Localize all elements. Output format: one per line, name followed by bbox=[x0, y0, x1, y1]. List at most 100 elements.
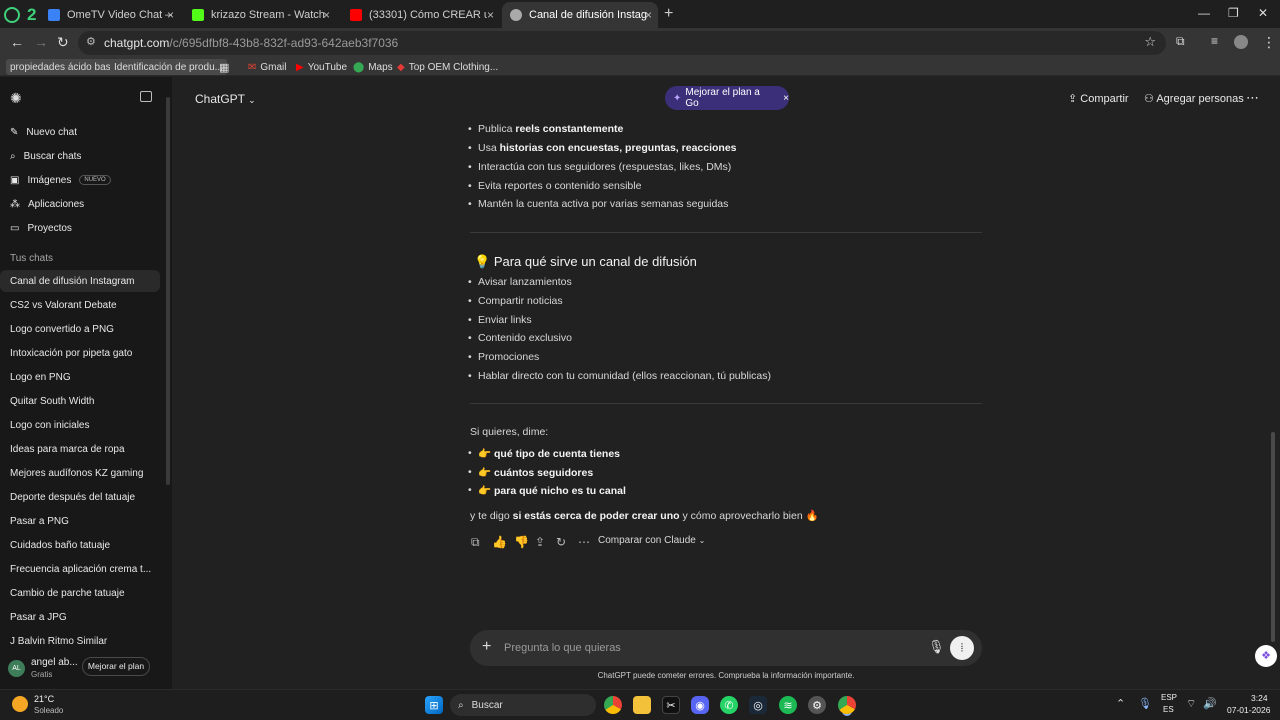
chrome-active-icon[interactable] bbox=[838, 696, 856, 714]
avatar[interactable] bbox=[1234, 35, 1248, 49]
copy-icon[interactable]: ⧉ bbox=[471, 535, 480, 550]
windows-start-icon[interactable]: ⊞ bbox=[425, 696, 443, 714]
address-bar[interactable]: ⚙ chatgpt.com/c/695dfbf8-43b8-832f-ad93-… bbox=[78, 31, 1166, 55]
wifi-icon[interactable]: ⌔ bbox=[1186, 697, 1196, 711]
bookmark-item[interactable]: Identificación de produ... bbox=[110, 59, 227, 75]
sidebar-item-projects[interactable]: ▭ Proyectos bbox=[10, 218, 72, 238]
profile-icon[interactable] bbox=[4, 7, 20, 23]
main-scrollbar[interactable] bbox=[1271, 432, 1275, 642]
sidebar-toggle-icon[interactable] bbox=[140, 91, 152, 102]
thumbs-down-icon[interactable]: 👎 bbox=[514, 535, 529, 549]
upgrade-go-pill[interactable]: ✦ Mejorar el plan a Go × bbox=[665, 86, 789, 110]
minimize-icon[interactable]: — bbox=[1198, 6, 1210, 20]
capcut-icon[interactable]: ✂ bbox=[662, 696, 680, 714]
sidebar-chat-item[interactable]: Intoxicación por pipeta gato bbox=[0, 342, 160, 364]
microphone-icon[interactable]: 🎙 bbox=[928, 639, 945, 655]
sidebar-chat-item[interactable]: Quitar South Width bbox=[0, 390, 160, 412]
extensions-icon[interactable]: ⧉ bbox=[1176, 34, 1185, 49]
sidebar-chat-item[interactable]: Deporte después del tatuaje bbox=[0, 486, 160, 508]
back-icon[interactable]: ← bbox=[10, 34, 24, 50]
sidebar-chat-item[interactable]: Pasar a PNG bbox=[0, 510, 160, 532]
closing-line: y te digo si estás cerca de poder crear … bbox=[470, 510, 819, 522]
sidebar-item-search[interactable]: ⌕ Buscar chats bbox=[10, 146, 81, 166]
ask-intro: Si quieres, dime: bbox=[470, 426, 549, 438]
file-explorer-icon[interactable] bbox=[633, 696, 651, 714]
sidebar-chat-item[interactable]: J Balvin Ritmo Similar bbox=[0, 630, 160, 652]
list-item: Interactúa con tus seguidores (respuesta… bbox=[468, 161, 731, 173]
sidebar-chat-item[interactable]: Cuidados baño tatuaje bbox=[0, 534, 160, 556]
share-icon: ⇪ bbox=[1068, 93, 1078, 105]
bookmark-top-oem[interactable]: ◆ Top OEM Clothing... bbox=[397, 59, 498, 75]
bookmark-gmail[interactable]: ✉ Gmail bbox=[248, 59, 287, 75]
tray-chevron-icon[interactable]: ⌃ bbox=[1116, 697, 1125, 710]
chat-main: ChatGPT ⌄ ✦ Mejorar el plan a Go × ⇪ Com… bbox=[172, 77, 1280, 689]
whatsapp-icon[interactable]: ✆ bbox=[720, 696, 738, 714]
thumbs-up-icon[interactable]: 👍 bbox=[492, 535, 507, 549]
browser-tab-ometv[interactable]: OmeTV Video Chat — Ome × bbox=[40, 4, 180, 26]
sidebar-chat-item[interactable]: Logo convertido a PNG bbox=[0, 318, 160, 340]
regenerate-icon[interactable]: ↻ bbox=[556, 535, 566, 549]
list-item: Publica reels constantemente bbox=[468, 123, 623, 135]
restore-icon[interactable]: ❐ bbox=[1228, 6, 1239, 20]
add-people-button[interactable]: ⚇ Agregar personas bbox=[1144, 92, 1244, 105]
close-window-icon[interactable]: ✕ bbox=[1258, 6, 1268, 20]
close-tab-icon[interactable]: × bbox=[487, 8, 494, 22]
browser-tab-chatgpt[interactable]: Canal de difusión Instagram × bbox=[502, 2, 658, 28]
bookmark-star-icon[interactable]: ☆ bbox=[1144, 34, 1156, 50]
add-person-icon: ⚇ bbox=[1144, 93, 1154, 105]
sidebar-chat-item[interactable]: Logo con iniciales bbox=[0, 414, 160, 436]
sidebar-chat-item[interactable]: Logo en PNG bbox=[0, 366, 160, 388]
spotify-icon[interactable]: ≋ bbox=[779, 696, 797, 714]
prompt-input[interactable] bbox=[504, 639, 904, 657]
bookmark-maps[interactable]: ⬤ Maps bbox=[353, 59, 393, 75]
sidebar-chat-item[interactable]: Cambio de parche tatuaje bbox=[0, 582, 160, 604]
sidebar-item-images[interactable]: ▣ Imágenes NUEVO bbox=[10, 170, 111, 190]
floating-assistant-icon[interactable]: ❖ bbox=[1255, 645, 1277, 667]
sidebar-chat-item[interactable]: CS2 vs Valorant Debate bbox=[0, 294, 160, 316]
close-tab-icon[interactable]: × bbox=[167, 8, 174, 22]
site-info-icon[interactable]: ⚙ bbox=[86, 35, 96, 48]
menu-icon[interactable]: ⋮ bbox=[1262, 34, 1276, 51]
voice-mode-button[interactable]: ⦙ bbox=[950, 636, 974, 660]
openai-logo-icon[interactable]: ✺ bbox=[10, 90, 22, 107]
discord-icon[interactable]: ◉ bbox=[691, 696, 709, 714]
compare-claude-button[interactable]: Comparar con Claude ⌄ bbox=[598, 535, 705, 546]
sidebar-chat-item[interactable]: Canal de difusión Instagram bbox=[0, 270, 160, 292]
chrome-icon[interactable] bbox=[604, 696, 622, 714]
sidebar-chat-item[interactable]: Ideas para marca de ropa bbox=[0, 438, 160, 460]
bookmark-youtube[interactable]: ▶ YouTube bbox=[296, 59, 347, 75]
share-button[interactable]: ⇪ Compartir bbox=[1068, 92, 1129, 105]
sidebar-chat-item[interactable]: Mejores audífonos KZ gaming bbox=[0, 462, 160, 484]
windows-taskbar: 21°C Soleado ⊞ ⌕ Buscar ✂ ◉ ✆ ◎ ≋ ⚙ ⌃ 🎙 E… bbox=[0, 689, 1280, 720]
close-icon[interactable]: × bbox=[783, 93, 789, 104]
sidebar-scrollbar[interactable] bbox=[166, 97, 170, 485]
weather-desc: Soleado bbox=[34, 706, 64, 715]
taskbar-search[interactable]: ⌕ Buscar bbox=[450, 694, 596, 716]
upgrade-plan-button[interactable]: Mejorar el plan bbox=[82, 657, 150, 676]
browser-tab-kick[interactable]: krizazo Stream - Watch Live on × bbox=[184, 4, 336, 26]
browser-tab-youtube[interactable]: (33301) Cómo CREAR un CANAL × bbox=[342, 4, 500, 26]
sidebar-item-new-chat[interactable]: ✎ Nuevo chat bbox=[10, 122, 77, 142]
app-icon[interactable]: ⚙ bbox=[808, 696, 826, 714]
volume-icon[interactable]: 🔊 bbox=[1203, 697, 1217, 710]
more-options-icon[interactable]: ⋯ bbox=[1246, 90, 1259, 106]
close-tab-icon[interactable]: × bbox=[323, 8, 330, 22]
more-icon[interactable]: ⋯ bbox=[578, 535, 590, 549]
language-top[interactable]: ESP bbox=[1161, 693, 1177, 702]
new-tab-icon[interactable]: + bbox=[664, 5, 673, 23]
reload-icon[interactable]: ↻ bbox=[57, 34, 69, 51]
sidebar-item-apps[interactable]: ⁂ Aplicaciones bbox=[10, 194, 84, 214]
apps-grid-icon[interactable]: ▦ bbox=[219, 59, 229, 75]
media-icon[interactable]: ≡ bbox=[1211, 34, 1218, 48]
forward-icon[interactable]: → bbox=[34, 34, 48, 50]
share-icon[interactable]: ⇪ bbox=[535, 535, 545, 549]
attach-plus-icon[interactable]: + bbox=[482, 638, 491, 656]
user-menu[interactable]: AL angel ab... Gratis bbox=[8, 657, 88, 681]
tray-mic-icon[interactable]: 🎙 bbox=[1138, 697, 1152, 710]
steam-icon[interactable]: ◎ bbox=[749, 696, 767, 714]
model-selector[interactable]: ChatGPT ⌄ bbox=[195, 92, 256, 106]
clock-time[interactable]: 3:24 bbox=[1251, 693, 1268, 703]
close-tab-icon[interactable]: × bbox=[645, 8, 652, 22]
sidebar-chat-item[interactable]: Pasar a JPG bbox=[0, 606, 160, 628]
sidebar-chat-item[interactable]: Frecuencia aplicación crema t... bbox=[0, 558, 160, 580]
